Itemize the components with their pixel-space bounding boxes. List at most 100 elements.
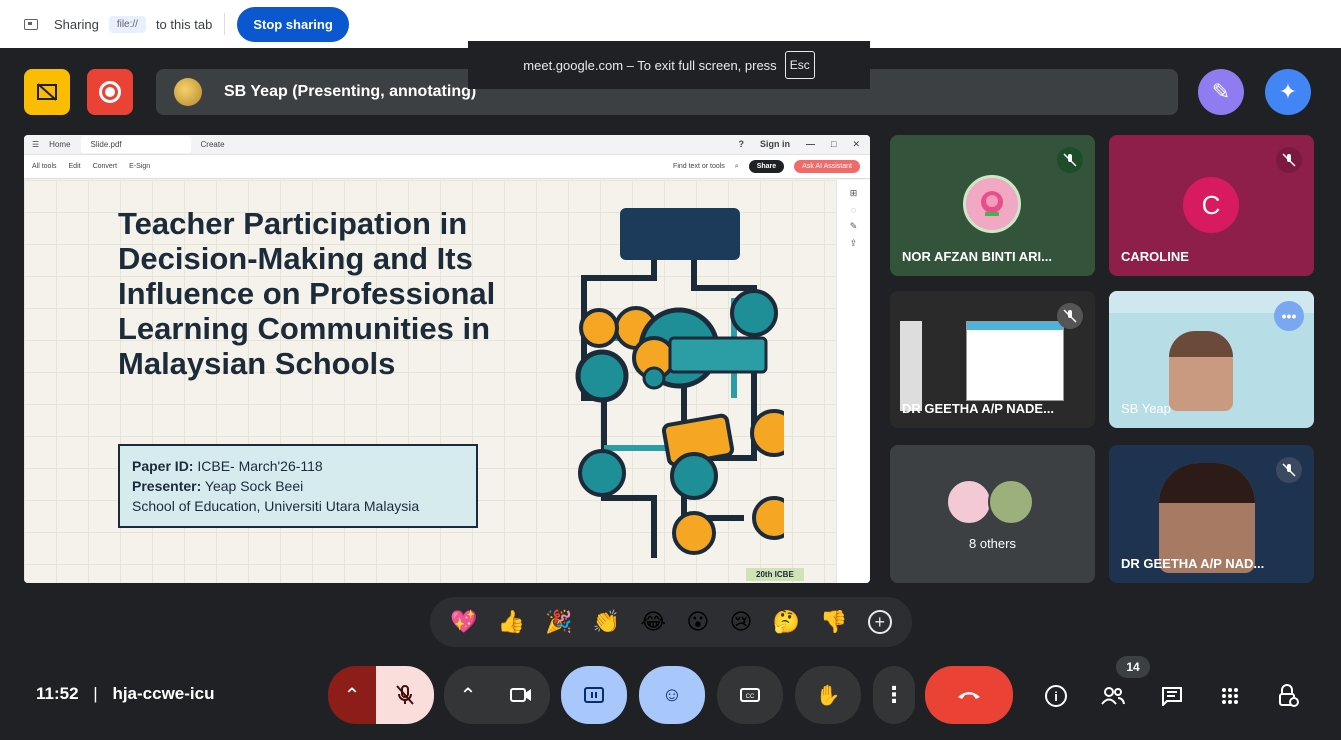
mic-off-icon	[1276, 147, 1302, 173]
tab-create[interactable]: Create	[201, 140, 225, 149]
reaction-thinking[interactable]: 🤔	[773, 609, 800, 635]
reaction-party[interactable]: 🎉	[545, 609, 572, 635]
search-icon[interactable]: ⌕	[735, 163, 739, 171]
more-options-button[interactable]: ⋮	[873, 666, 915, 724]
presenter-avatar	[174, 78, 202, 106]
audio-options-button[interactable]: ⌃	[328, 666, 376, 724]
reaction-sad[interactable]: 😢	[730, 609, 753, 635]
add-reaction-icon[interactable]: +	[867, 610, 892, 634]
stop-sharing-button[interactable]: Stop sharing	[237, 6, 349, 42]
meeting-info: 11:52 | hja-ccwe-icu	[36, 684, 215, 703]
menu-icon[interactable]: ☰	[32, 140, 39, 149]
reaction-clap[interactable]: 👏	[593, 609, 620, 635]
avatar: C	[1183, 177, 1239, 233]
participant-tile[interactable]: ••• SB Yeap	[1109, 291, 1314, 428]
sign-in-link[interactable]: Sign in	[760, 139, 790, 150]
toolbar-convert[interactable]: Convert	[93, 163, 118, 170]
recording-button[interactable]	[87, 69, 133, 115]
divider	[224, 13, 226, 35]
participant-tile[interactable]: DR GEETHA A/P NAD...	[1109, 445, 1314, 583]
people-icon	[1101, 687, 1125, 705]
fullscreen-toast-text: meet.google.com – To exit full screen, p…	[523, 57, 777, 73]
screen-thumbnail	[966, 321, 1064, 401]
video-options-button[interactable]: ⌃	[444, 666, 492, 724]
emoji-icon: ☺	[661, 683, 683, 706]
help-icon[interactable]: ?	[739, 139, 745, 150]
present-button[interactable]	[561, 666, 627, 724]
reaction-laugh[interactable]: 😂	[640, 609, 666, 635]
annotate-button[interactable]: ✎	[1198, 69, 1244, 115]
comment-icon[interactable]: ◌	[851, 205, 856, 215]
screen-thumbnail	[900, 321, 922, 411]
pdf-toolbar: All tools Edit Convert E-Sign Find text …	[24, 155, 870, 179]
activities-button[interactable]	[1210, 676, 1250, 716]
pen-sparkle-icon: ✎	[1211, 79, 1231, 104]
hand-icon: ✋	[815, 684, 841, 707]
to-tab-label: to this tab	[155, 16, 213, 32]
source-chip: file://	[108, 15, 146, 33]
mic-off-icon	[396, 685, 414, 705]
share-button[interactable]: Share	[748, 160, 785, 173]
pdf-tabbar: ☰ Home Slide.pdf Create ? Sign in — □ ✕	[24, 135, 870, 155]
paper-info-box: Paper ID: ICBE- March'26-118 Presenter: …	[118, 444, 478, 528]
avatar	[946, 479, 992, 525]
meeting-details-button[interactable]: i	[1036, 676, 1076, 716]
hang-up-icon	[958, 692, 980, 699]
ai-assistant-button[interactable]: Ask AI Assistant	[794, 160, 860, 173]
tab-slide[interactable]: Slide.pdf	[80, 136, 191, 153]
chat-button[interactable]	[1152, 676, 1192, 716]
raise-hand-button[interactable]: ✋	[795, 666, 861, 724]
no-video-layout-button[interactable]	[24, 69, 70, 115]
host-controls-button[interactable]	[1268, 676, 1308, 716]
participant-name: NOR AFZAN BINTI ARI...	[902, 249, 1052, 264]
people-count-badge: 14	[1116, 656, 1150, 678]
presenter-text: SB Yeap (Presenting, annotating)	[224, 83, 477, 100]
reaction-thumbs-down[interactable]: 👎	[820, 609, 847, 635]
participant-name: DR GEETHA A/P NAD...	[1121, 556, 1265, 571]
participant-tile[interactable]: NOR AFZAN BINTI ARI...	[890, 135, 1095, 276]
paper-id-label: Paper ID:	[132, 458, 194, 474]
mic-toggle-button[interactable]	[376, 666, 434, 724]
leave-call-button[interactable]	[925, 666, 1013, 724]
reaction-surprised[interactable]: 😮	[686, 609, 709, 635]
shared-screen: ☰ Home Slide.pdf Create ? Sign in — □ ✕ …	[24, 135, 870, 583]
apps-grid-icon	[1222, 688, 1238, 704]
camera-icon	[510, 688, 531, 702]
chevron-up-icon: ⌃	[459, 684, 477, 707]
toolbar-edit[interactable]: Edit	[69, 163, 81, 170]
svg-text:CC: CC	[746, 694, 755, 700]
camera-toggle-button[interactable]	[492, 666, 550, 724]
gemini-button[interactable]: ✦	[1265, 69, 1311, 115]
people-button[interactable]	[1093, 676, 1133, 716]
reaction-thumbs-up[interactable]: 👍	[498, 609, 525, 635]
participant-tile[interactable]: DR GEETHA A/P NADE...	[890, 291, 1095, 428]
participant-tile[interactable]: C CAROLINE	[1109, 135, 1314, 276]
toolbar-esign[interactable]: E-Sign	[129, 163, 150, 170]
edit-icon[interactable]: ✎	[850, 221, 858, 232]
mic-off-icon	[1057, 147, 1083, 173]
reaction-heart[interactable]: 💖	[450, 609, 477, 635]
captions-button[interactable]: CC	[717, 666, 783, 724]
close-icon[interactable]: ✕	[852, 139, 860, 150]
lock-person-icon	[1279, 684, 1299, 707]
participant-tile[interactable]: 8 others	[890, 445, 1095, 583]
sidebar-tool-icon[interactable]: ⊞	[850, 188, 858, 199]
layout-off-icon	[37, 83, 57, 101]
flowchart-illustration	[575, 208, 784, 558]
more-options-icon[interactable]: •••	[1274, 301, 1304, 331]
presenter-value: Yeap Sock Beei	[201, 478, 304, 494]
participant-name: CAROLINE	[1121, 249, 1189, 264]
find-field[interactable]: Find text or tools	[673, 163, 725, 170]
minimize-icon[interactable]: —	[806, 139, 815, 150]
bottom-bar: 11:52 | hja-ccwe-icu ⌃ ⌃ ☺ CC ✋ ⋮ i 14	[0, 656, 1341, 724]
slide-title: Teacher Participation in Decision-Making…	[118, 206, 496, 381]
tab-home[interactable]: Home	[49, 140, 70, 149]
meeting-code: hja-ccwe-icu	[112, 684, 215, 703]
toolbar-all-tools[interactable]: All tools	[32, 163, 57, 170]
share-icon[interactable]: ⇪	[850, 238, 858, 249]
participant-name: DR GEETHA A/P NADE...	[902, 401, 1054, 416]
screen-share-icon	[24, 18, 38, 30]
maximize-icon[interactable]: □	[831, 139, 836, 150]
reactions-button[interactable]: ☺	[639, 666, 705, 724]
reactions-bar: 💖 👍 🎉 👏 😂 😮 😢 🤔 👎 +	[430, 597, 912, 647]
